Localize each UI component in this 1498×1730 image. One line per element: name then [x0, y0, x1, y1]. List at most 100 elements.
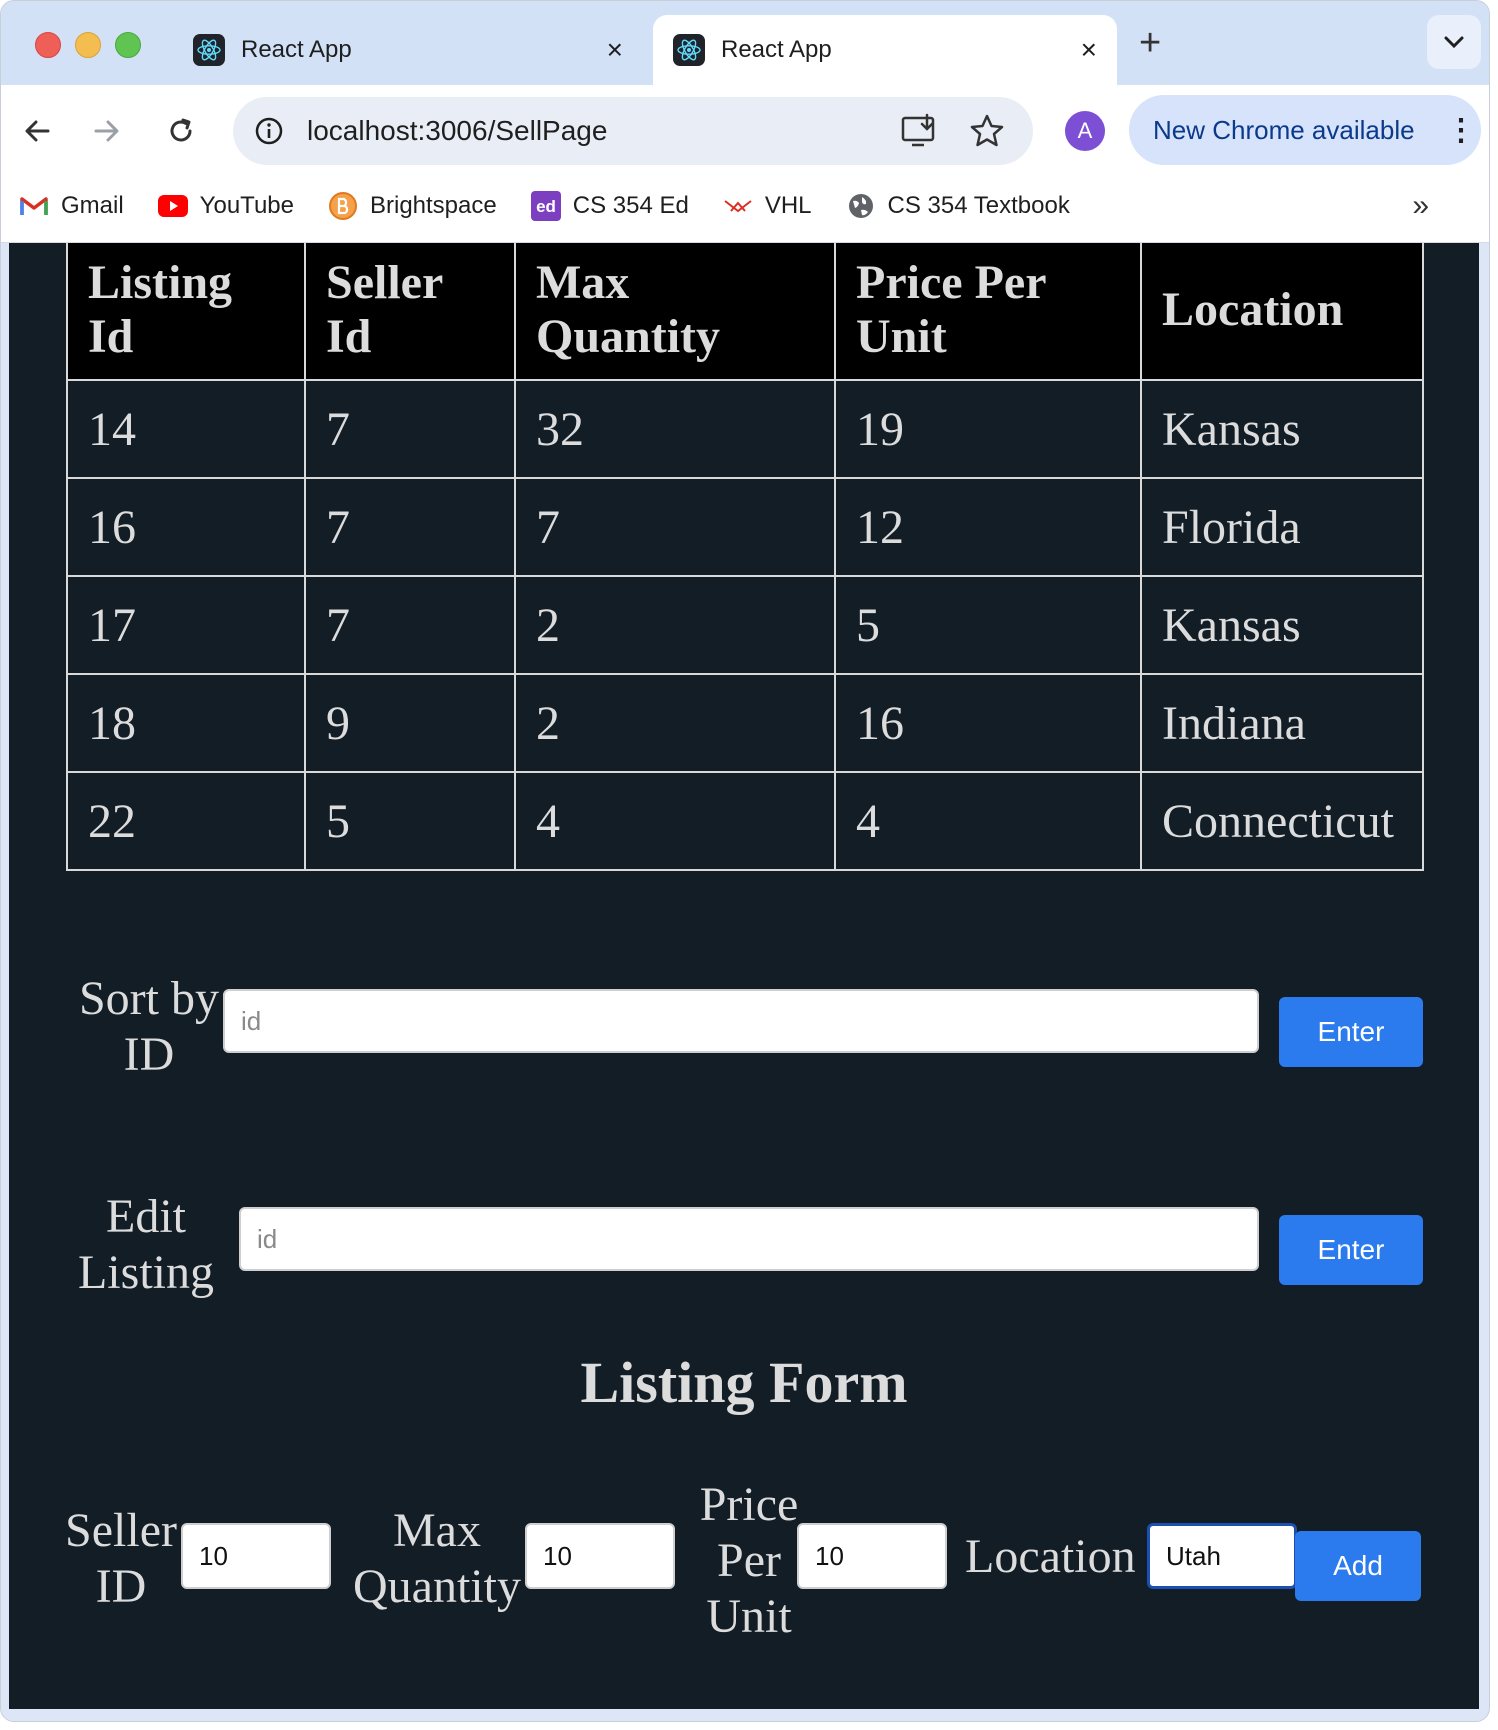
site-info-icon[interactable]: [253, 115, 285, 152]
listing-form-heading: Listing Form: [580, 1350, 908, 1415]
cell-max-quantity: 32: [514, 379, 836, 479]
arrow-left-icon: [25, 120, 50, 142]
update-chip-label: New Chrome available: [1153, 114, 1415, 145]
tab-title: React App: [721, 36, 832, 63]
maximize-window-button[interactable]: [115, 32, 141, 58]
youtube-icon: [157, 191, 188, 221]
profile-avatar[interactable]: A: [1065, 111, 1105, 151]
bookmarks-bar: Gmail YouTube Brightspace ed CS 354 Ed V…: [1, 181, 1489, 231]
cell-location: Kansas: [1140, 575, 1424, 675]
bookmark-label: Gmail: [61, 192, 124, 219]
bookmark-brightspace[interactable]: Brightspace: [328, 191, 497, 221]
table-header-row: Listing Id Seller Id Max Quantity Price …: [66, 243, 1424, 381]
header-price-per-unit: Price Per Unit: [834, 243, 1142, 381]
bookmark-gmail[interactable]: Gmail: [19, 191, 124, 221]
edit-listing-label: Edit Listing: [77, 1190, 214, 1299]
chevron-down-icon: [1444, 36, 1464, 49]
edit-enter-button[interactable]: Enter: [1279, 1215, 1423, 1285]
back-button[interactable]: [17, 111, 57, 151]
table-row: 18 9 2 16 Indiana: [66, 673, 1424, 773]
max-quantity-input[interactable]: [525, 1523, 675, 1589]
cell-location: Connecticut: [1140, 771, 1424, 871]
seller-id-input[interactable]: [181, 1523, 331, 1589]
new-tab-button[interactable]: +: [1139, 23, 1161, 63]
table-row: 16 7 7 12 Florida: [66, 477, 1424, 577]
globe-icon: [846, 191, 876, 221]
bookmark-label: VHL: [764, 192, 812, 219]
install-app-icon[interactable]: [899, 111, 939, 156]
location-label: Location: [965, 1530, 1136, 1583]
gmail-icon: [19, 191, 49, 221]
bookmark-star-icon[interactable]: [967, 111, 1007, 156]
location-input[interactable]: [1147, 1523, 1297, 1589]
max-quantity-label: Max Quantity: [353, 1504, 521, 1613]
bookmark-vhl[interactable]: VHL: [723, 191, 812, 221]
close-tab-icon[interactable]: ×: [1081, 36, 1097, 64]
cell-seller-id: 9: [304, 673, 516, 773]
header-seller-id: Seller Id: [304, 243, 516, 381]
header-max-quantity: Max Quantity: [514, 243, 836, 381]
tab-react-app-1[interactable]: React App ×: [173, 15, 643, 85]
cell-listing-id: 17: [66, 575, 306, 675]
cell-location: Florida: [1140, 477, 1424, 577]
react-icon: [193, 34, 225, 66]
svg-text:ed: ed: [536, 197, 556, 216]
cell-max-quantity: 2: [514, 575, 836, 675]
address-bar[interactable]: localhost:3006/SellPage: [233, 97, 1033, 165]
cell-price-per-unit: 5: [834, 575, 1142, 675]
edit-id-input[interactable]: [239, 1207, 1259, 1271]
bookmark-label: CS 354 Textbook: [887, 192, 1070, 219]
sort-enter-button[interactable]: Enter: [1279, 997, 1423, 1067]
more-menu-icon[interactable]: ⋮: [1441, 113, 1481, 148]
browser-window: React App × React App × + localhost:3006…: [0, 0, 1490, 1722]
more-bookmarks-button[interactable]: »: [1412, 189, 1429, 223]
cell-price-per-unit: 12: [834, 477, 1142, 577]
sort-id-input[interactable]: [223, 989, 1259, 1053]
tab-search-button[interactable]: [1427, 15, 1481, 69]
forward-button[interactable]: [87, 111, 127, 151]
close-window-button[interactable]: [35, 32, 61, 58]
cell-price-per-unit: 19: [834, 379, 1142, 479]
cell-listing-id: 22: [66, 771, 306, 871]
cell-seller-id: 5: [304, 771, 516, 871]
cell-price-per-unit: 16: [834, 673, 1142, 773]
bookmark-label: Brightspace: [369, 192, 497, 219]
page-viewport: Listing Id Seller Id Max Quantity Price …: [9, 243, 1479, 1709]
bookmark-label: YouTube: [199, 192, 294, 219]
cell-listing-id: 18: [66, 673, 306, 773]
cell-location: Kansas: [1140, 379, 1424, 479]
bookmark-youtube[interactable]: YouTube: [157, 191, 294, 221]
cell-max-quantity: 7: [514, 477, 836, 577]
update-chrome-chip[interactable]: New Chrome available ⋮: [1129, 95, 1481, 165]
listings-table: Listing Id Seller Id Max Quantity Price …: [66, 243, 1424, 871]
vhl-icon: [723, 191, 753, 221]
table-row: 17 7 2 5 Kansas: [66, 575, 1424, 675]
cell-listing-id: 14: [66, 379, 306, 479]
arrow-right-icon: [94, 120, 119, 142]
cell-location: Indiana: [1140, 673, 1424, 773]
ed-icon: ed: [530, 191, 561, 221]
brightspace-icon: [328, 191, 358, 221]
reload-button[interactable]: [161, 111, 201, 151]
header-location: Location: [1140, 243, 1424, 381]
sort-by-id-label: Sort by ID: [78, 972, 219, 1081]
cell-max-quantity: 4: [514, 771, 836, 871]
cell-seller-id: 7: [304, 477, 516, 577]
table-row: 22 5 4 4 Connecticut: [66, 771, 1424, 871]
minimize-window-button[interactable]: [75, 32, 101, 58]
close-tab-icon[interactable]: ×: [607, 36, 623, 64]
tab-title: React App: [241, 36, 352, 63]
price-per-unit-input[interactable]: [797, 1523, 947, 1589]
tab-strip: React App × React App × +: [1, 1, 1489, 85]
header-listing-id: Listing Id: [66, 243, 306, 381]
cell-price-per-unit: 4: [834, 771, 1142, 871]
tab-react-app-2[interactable]: React App ×: [653, 15, 1117, 85]
table-row: 14 7 32 19 Kansas: [66, 379, 1424, 479]
cell-seller-id: 7: [304, 379, 516, 479]
bookmark-cs354-textbook[interactable]: CS 354 Textbook: [846, 191, 1070, 221]
address-text[interactable]: localhost:3006/SellPage: [307, 115, 607, 147]
browser-toolbar: localhost:3006/SellPage A New Chrome ava…: [1, 85, 1489, 243]
react-icon: [673, 34, 705, 66]
bookmark-cs354-ed[interactable]: ed CS 354 Ed: [530, 191, 689, 221]
add-listing-button[interactable]: Add: [1295, 1531, 1421, 1601]
